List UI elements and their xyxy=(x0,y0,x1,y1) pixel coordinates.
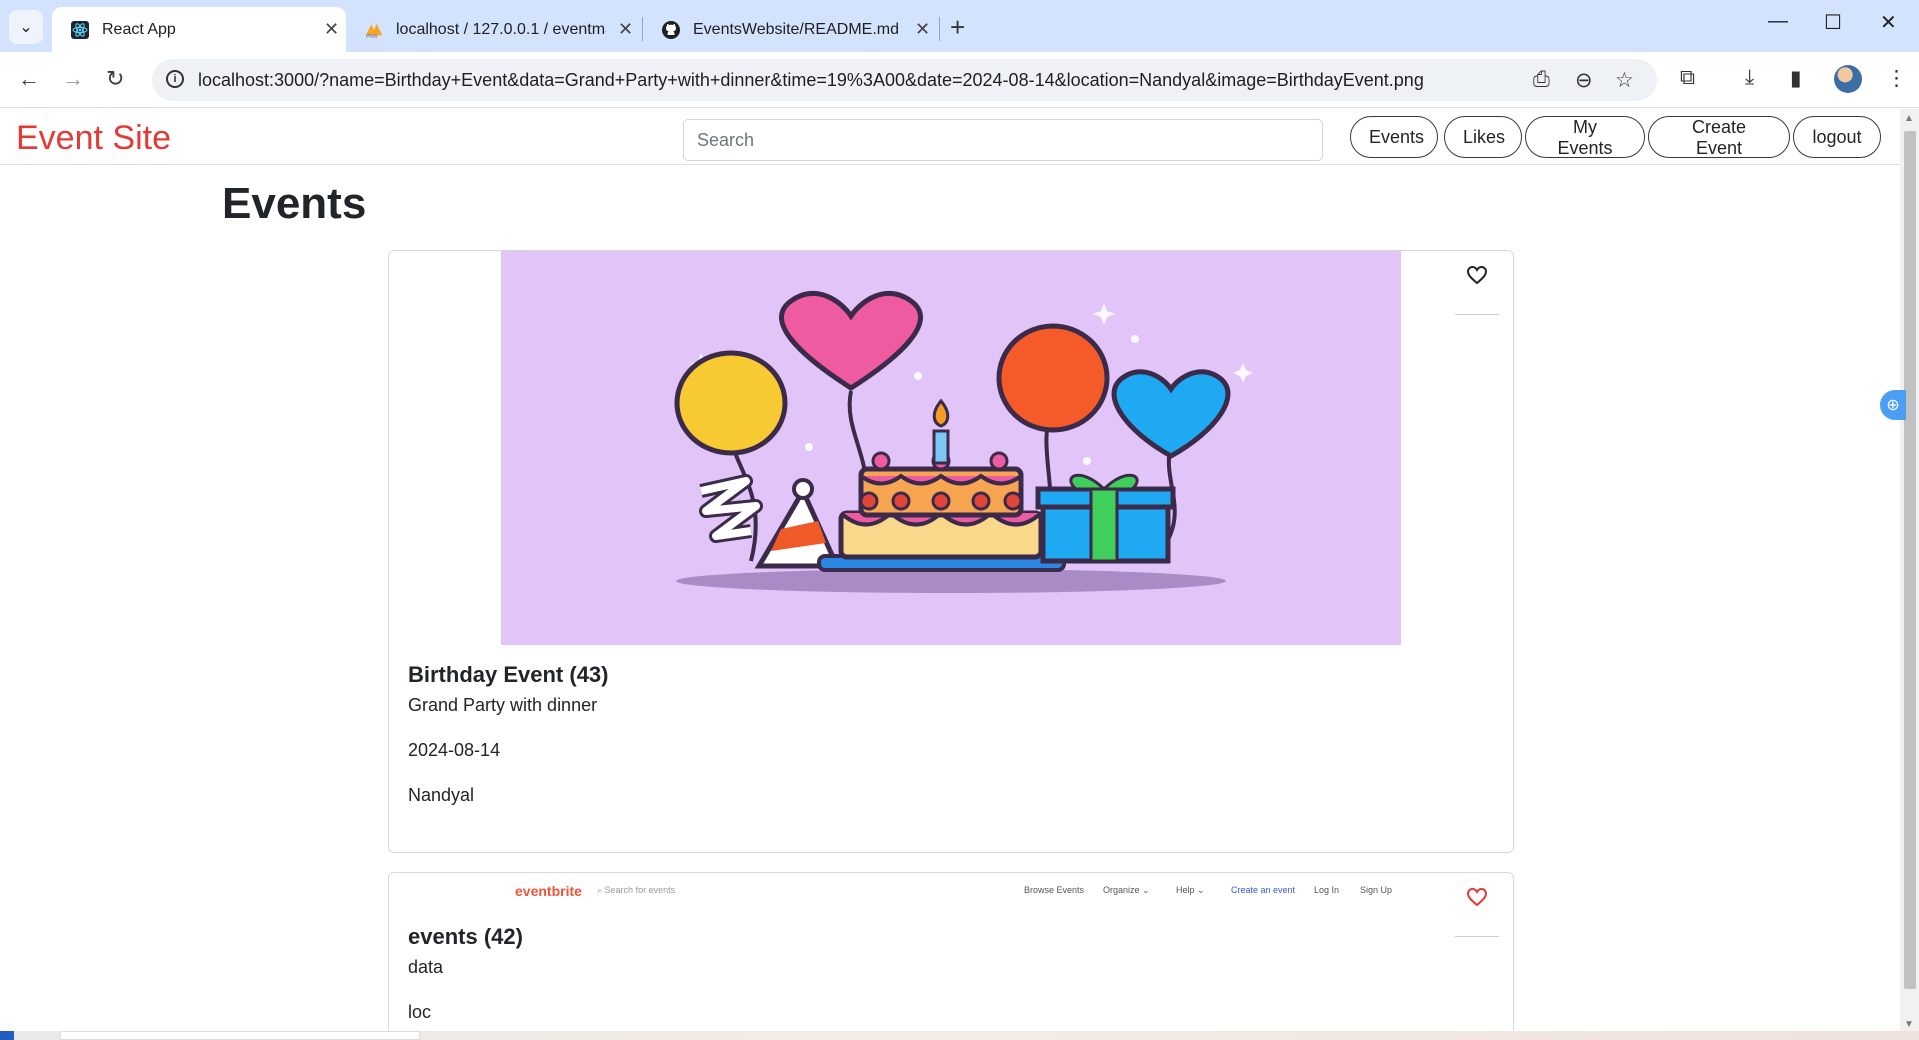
url-text[interactable]: localhost:3000/?name=Birthday+Event&data… xyxy=(198,70,1424,91)
tab-title: React App xyxy=(102,20,176,38)
page-title: Events xyxy=(222,179,367,228)
create-event-button[interactable]: Create Event xyxy=(1648,116,1790,158)
svg-text:PMA: PMA xyxy=(366,34,378,40)
taskbar-panel xyxy=(60,1031,420,1040)
scroll-down-arrow-icon[interactable]: ▼ xyxy=(1904,1019,1914,1030)
close-tab-icon[interactable]: ✕ xyxy=(915,19,930,40)
extensions-puzzle-icon[interactable]: ⧉ xyxy=(1680,66,1695,90)
github-icon xyxy=(661,20,681,40)
site-navbar: Event Site Events Likes My Events Create… xyxy=(0,109,1900,165)
event-description: data xyxy=(408,957,444,977)
eventbrite-search-text: Search for events xyxy=(604,885,676,895)
page-scrollbar[interactable]: ▲ ▼ xyxy=(1900,109,1919,1034)
reload-icon[interactable]: ↻ xyxy=(106,66,124,92)
side-panel-icon[interactable]: ▮ xyxy=(1790,66,1802,91)
forward-arrow-icon[interactable]: → xyxy=(62,66,84,92)
my-events-button[interactable]: My Events xyxy=(1525,116,1645,158)
close-tab-icon[interactable]: ✕ xyxy=(618,19,633,40)
likes-button[interactable]: Likes xyxy=(1444,116,1522,158)
events-button[interactable]: Events xyxy=(1350,116,1438,158)
heart-outline-icon xyxy=(1466,265,1488,314)
eventbrite-logo: eventbrite xyxy=(515,883,582,899)
phpmyadmin-icon: PMA xyxy=(364,20,384,40)
like-button[interactable] xyxy=(1455,251,1499,315)
heart-outline-icon xyxy=(1466,887,1488,936)
birthday-event-image xyxy=(501,251,1401,645)
tab-github[interactable]: EventsWebsite/README.md at ✕ xyxy=(643,7,939,52)
event-description: Grand Party with dinner xyxy=(408,695,598,715)
minimize-icon[interactable]: — xyxy=(1768,10,1788,33)
floating-extension-icon[interactable]: ⊕ xyxy=(1880,390,1906,420)
profile-avatar[interactable] xyxy=(1834,65,1862,93)
browser-toolbar: ← → ↻ i localhost:3000/?name=Birthday+Ev… xyxy=(0,52,1919,108)
event-location: Nandyal xyxy=(408,785,475,805)
address-bar[interactable]: i localhost:3000/?name=Birthday+Event&da… xyxy=(152,59,1657,101)
event-title: Birthday Event (43) xyxy=(408,662,609,687)
new-tab-icon[interactable]: + xyxy=(950,12,965,43)
scroll-up-arrow-icon[interactable]: ▲ xyxy=(1904,113,1914,124)
bookmark-star-icon[interactable]: ☆ xyxy=(1615,68,1634,93)
taskbar-start[interactable] xyxy=(0,1031,14,1040)
site-brand[interactable]: Event Site xyxy=(16,119,171,158)
close-window-icon[interactable]: ✕ xyxy=(1880,10,1897,35)
download-icon[interactable]: ⤓ xyxy=(1745,66,1754,90)
eventbrite-search: ⌕ Search for events xyxy=(597,885,676,895)
scrollbar-thumb[interactable] xyxy=(1904,131,1916,989)
eventbrite-link: Log In xyxy=(1314,885,1340,895)
page-content: Event Site Events Likes My Events Create… xyxy=(0,109,1900,1034)
browser-menu-icon[interactable]: ⋮ xyxy=(1886,66,1907,91)
tab-title: EventsWebsite/README.md at xyxy=(693,20,903,38)
close-tab-icon[interactable]: ✕ xyxy=(324,19,339,40)
tab-separator xyxy=(939,17,940,41)
install-app-icon[interactable]: ⎙ xyxy=(1533,68,1550,92)
react-icon xyxy=(70,20,90,40)
event-location: loc xyxy=(408,1002,432,1022)
tab-search-chevron-icon[interactable]: ⌄ xyxy=(9,10,43,44)
event-card: Birthday Event (43) Grand Party with din… xyxy=(388,250,1514,853)
event-title: events (42) xyxy=(408,924,523,949)
eventbrite-link: Sign Up xyxy=(1360,885,1393,895)
event-date: 2024-08-14 xyxy=(408,740,501,760)
tab-phpmyadmin[interactable]: PMA localhost / 127.0.0.1 / eventmar ✕ xyxy=(346,7,642,52)
browser-tab-strip: ⌄ React App ✕ PMA localhost / 127.0.0.1 … xyxy=(0,0,1919,52)
maximize-icon[interactable]: ☐ xyxy=(1824,10,1842,35)
search-input[interactable] xyxy=(683,119,1323,161)
eventbrite-link: Help ⌄ xyxy=(1176,885,1205,895)
eventbrite-screenshot-image: eventbrite ⌕ Search for events Browse Ev… xyxy=(389,873,1513,909)
back-arrow-icon[interactable]: ← xyxy=(18,66,40,92)
eventbrite-link: Browse Events xyxy=(1024,885,1085,895)
tab-title: localhost / 127.0.0.1 / eventmar xyxy=(396,20,606,38)
eventbrite-link: Organize ⌄ xyxy=(1103,885,1150,895)
eventbrite-link: Create an event xyxy=(1231,885,1296,895)
event-card: eventbrite ⌕ Search for events Browse Ev… xyxy=(388,872,1514,1034)
site-info-icon[interactable]: i xyxy=(166,70,184,88)
tab-react-app[interactable]: React App ✕ xyxy=(52,7,346,52)
like-button[interactable] xyxy=(1455,873,1499,937)
zoom-icon[interactable]: ⊖ xyxy=(1575,68,1593,93)
logout-button[interactable]: logout xyxy=(1793,116,1881,158)
